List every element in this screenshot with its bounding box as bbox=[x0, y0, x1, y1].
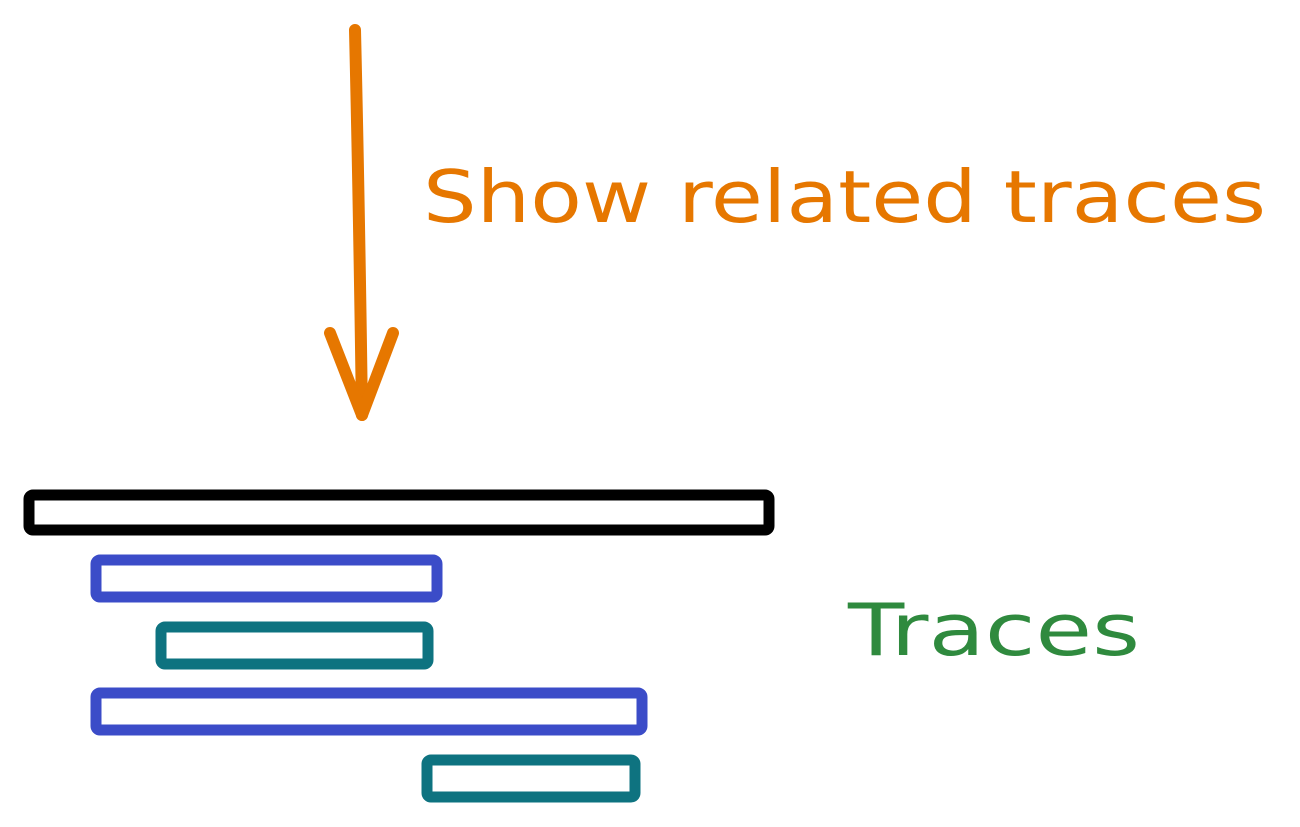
child-span-4 bbox=[421, 754, 641, 803]
arrow-shaft bbox=[349, 24, 368, 421]
trace-diagram: Show related traces Traces bbox=[23, 24, 1266, 803]
root-span bbox=[23, 489, 775, 536]
child-span-3 bbox=[90, 687, 648, 736]
traces-label: Traces bbox=[847, 588, 1140, 672]
child-span-2 bbox=[155, 621, 434, 670]
child-span-1 bbox=[90, 554, 443, 603]
arrow-down-icon bbox=[324, 24, 399, 421]
annotation-label: Show related traces bbox=[423, 155, 1266, 239]
